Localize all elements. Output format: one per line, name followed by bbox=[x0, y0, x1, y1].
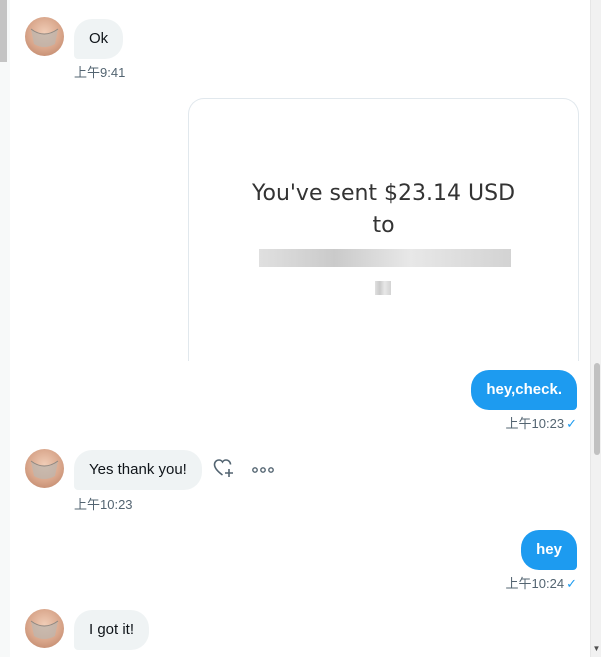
avatar[interactable] bbox=[25, 17, 64, 56]
heart-plus-icon[interactable] bbox=[213, 458, 235, 483]
payment-card[interactable]: You've sent $23.14 USD to bbox=[188, 98, 579, 361]
message-bubble-incoming[interactable]: Ok bbox=[74, 19, 124, 59]
message-timestamp: 上午9:41 bbox=[74, 65, 126, 80]
left-panel-edge bbox=[0, 0, 10, 657]
left-panel-scroll-mark bbox=[0, 0, 7, 62]
redacted-detail bbox=[375, 281, 391, 295]
timestamp-text: 上午10:24 bbox=[505, 576, 565, 591]
message-timestamp: 上午10:23 bbox=[74, 497, 133, 512]
message-timestamp: 上午10:23 ✓ bbox=[506, 413, 577, 432]
scroll-down-arrow-icon[interactable]: ▼ bbox=[591, 645, 601, 653]
avatar[interactable] bbox=[25, 449, 64, 488]
message-bubble-incoming[interactable]: I got it! bbox=[74, 610, 150, 650]
message-bubble-outgoing[interactable]: hey bbox=[521, 530, 577, 570]
message-timestamp: 上午10:24 ✓ bbox=[506, 573, 577, 592]
message-text: I got it! bbox=[89, 621, 135, 638]
message-text: Yes thank you! bbox=[89, 461, 187, 478]
message-bubble-incoming[interactable]: Yes thank you! bbox=[74, 450, 202, 490]
message-bubble-outgoing[interactable]: hey,check. bbox=[471, 370, 577, 410]
message-text: hey bbox=[536, 541, 562, 558]
scrollbar-thumb[interactable] bbox=[594, 363, 600, 455]
message-text: hey,check. bbox=[486, 381, 562, 398]
read-check-icon: ✓ bbox=[566, 576, 577, 591]
redacted-recipient bbox=[259, 249, 511, 267]
payment-amount-text: You've sent $23.14 USD bbox=[251, 181, 516, 206]
message-text: Ok bbox=[89, 30, 109, 47]
read-check-icon: ✓ bbox=[566, 416, 577, 431]
scrollbar[interactable]: ▼ bbox=[590, 0, 601, 657]
payment-to-text: to bbox=[372, 213, 395, 238]
timestamp-text: 上午10:23 bbox=[505, 416, 565, 431]
more-options-icon[interactable] bbox=[252, 462, 274, 480]
avatar[interactable] bbox=[25, 609, 64, 648]
